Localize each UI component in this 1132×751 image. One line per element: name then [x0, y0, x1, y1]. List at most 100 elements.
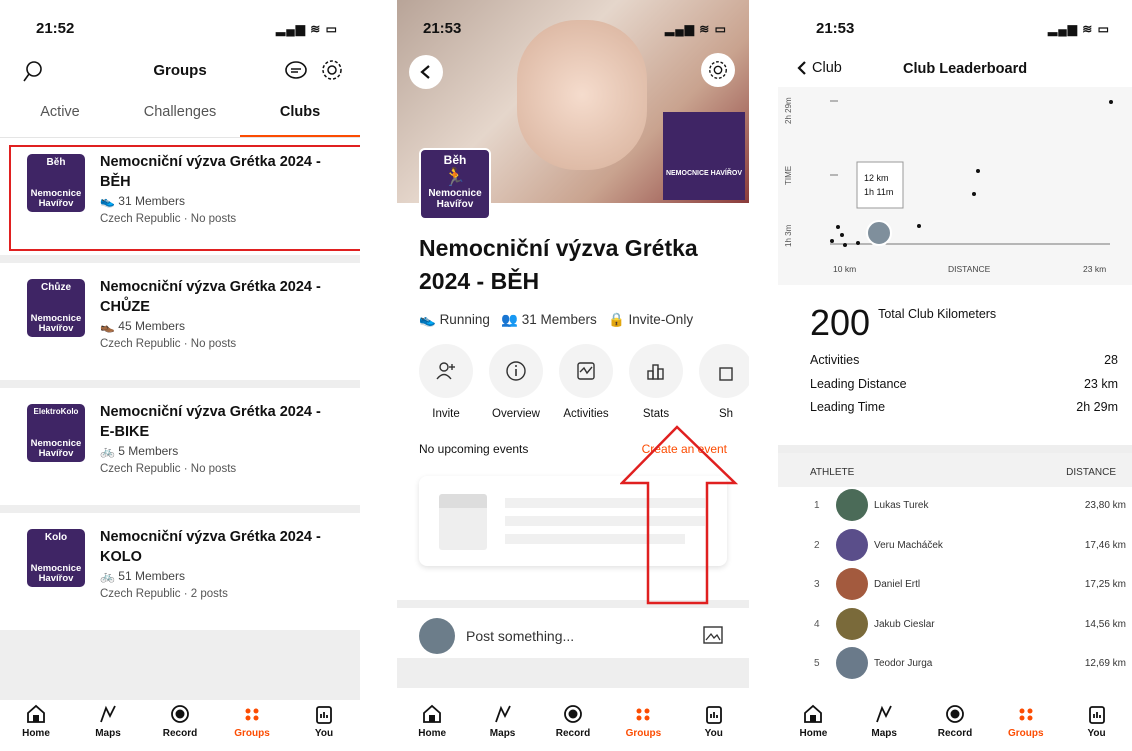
total-kilometers: 200 Total Club Kilometers	[810, 302, 996, 344]
image-icon[interactable]	[703, 626, 723, 644]
status-icons: ▂▄▆ ≋ ▭	[664, 22, 727, 36]
selected-athlete-avatar[interactable]	[866, 220, 892, 246]
athlete-name: Daniel Ertl	[874, 579, 921, 590]
leaderboard-header-row: ATHLETE DISTANCE	[778, 445, 1132, 487]
leaderboard-list: 1 Lukas Turek 23,80 km 2 Veru Macháček 17,46…	[778, 487, 1132, 685]
back-button[interactable]	[409, 55, 443, 89]
nav-record[interactable]: Record	[543, 704, 603, 739]
page-title: Club Leaderboard	[903, 61, 1028, 77]
athlete-distance: 17,25 km	[1084, 579, 1126, 590]
shoe-icon: 👞	[100, 319, 119, 333]
club-item-beh[interactable]: Běh Nemocnice Havířov Nemocniční výzva Gr…	[0, 138, 360, 255]
nav-groups[interactable]: Groups	[613, 704, 673, 739]
club-members[interactable]: 31 Members	[522, 312, 597, 327]
nav-record[interactable]: Record	[150, 704, 210, 739]
stat-label: Activities	[810, 353, 860, 367]
groups-screen: 21:52 ▂▄▆ ≋ ▭ Groups Active Challenges C…	[0, 0, 360, 751]
nav-maps[interactable]: Maps	[473, 704, 533, 739]
club-members: 👟 31 Members	[100, 194, 350, 208]
nav-you[interactable]: You	[1067, 704, 1127, 739]
list-footer	[0, 630, 360, 700]
back-button[interactable]: Club	[796, 60, 842, 76]
x-max-label: 23 km	[1083, 264, 1106, 274]
club-item-ebike[interactable]: ElektroKolo Nemocnice Havířov Nemocniční …	[0, 388, 360, 505]
nav-maps[interactable]: Maps	[78, 704, 138, 739]
club-logo: Kolo Nemocnice Havířov	[27, 529, 85, 587]
nav-label: You	[704, 728, 723, 739]
divider	[0, 505, 360, 513]
table-row[interactable]: 4 Jakub Cieslar 14,56 km	[778, 606, 1132, 646]
add-person-icon	[436, 362, 455, 380]
status-time: 21:52	[36, 20, 75, 37]
stats-button[interactable]: Stats	[629, 344, 683, 420]
club-name: Nemocniční výzva Grétka 2024 - KOLO	[100, 529, 321, 565]
status-bar: 21:53 ▂▄▆ ≋ ▭	[397, 0, 749, 58]
divider	[0, 255, 360, 263]
activity-icon	[577, 362, 595, 380]
table-row[interactable]: 2 Veru Macháček 17,46 km	[778, 527, 1132, 567]
post-input[interactable]: Post something...	[466, 628, 574, 644]
bottom-nav: Home Maps Record Groups You	[397, 693, 749, 739]
table-row[interactable]: 5 Teodor Jurga 12,69 km	[778, 645, 1132, 685]
share-button[interactable]: Sh	[699, 344, 749, 420]
nav-home[interactable]: Home	[6, 704, 66, 739]
nav-groups[interactable]: Groups	[222, 704, 282, 739]
status-bar: 21:53 ▂▄▆ ≋ ▭	[778, 0, 1132, 58]
info-icon	[506, 361, 526, 381]
nav-label: Record	[937, 728, 973, 739]
tab-clubs[interactable]: Clubs	[240, 96, 360, 137]
table-row[interactable]: 3 Daniel Ertl 17,25 km	[778, 566, 1132, 606]
stat-value: 28	[1104, 353, 1118, 367]
map-icon	[100, 705, 116, 723]
activities-button[interactable]: Activities	[559, 344, 613, 420]
club-members-label: 31 Members	[118, 194, 185, 208]
tab-active[interactable]: Active	[0, 96, 120, 137]
club-logo-org: Nemocnice Havířov	[30, 563, 82, 584]
status-time: 21:53	[816, 20, 855, 37]
invite-button[interactable]: Invite	[419, 344, 473, 420]
club-members: 👞 45 Members	[100, 319, 350, 333]
table-row[interactable]: 1 Lukas Turek 23,80 km	[778, 487, 1132, 527]
club-item-kolo[interactable]: Kolo Nemocnice Havířov Nemocniční výzva G…	[0, 513, 360, 630]
club-detail-screen: NEMOCNICE HAVÍŘOV 21:53 ▂▄▆ ≋ ▭ Běh 🏃 Nemo…	[397, 0, 749, 751]
running-icon: 👟	[100, 194, 119, 208]
events-section: No upcoming events Create an event	[419, 442, 727, 456]
nav-maps[interactable]: Maps	[854, 704, 914, 739]
nav-label: Maps	[95, 728, 121, 739]
settings-button[interactable]	[701, 53, 735, 87]
avatar	[836, 489, 868, 521]
nav-label: Groups	[625, 728, 662, 739]
home-icon	[27, 704, 45, 723]
create-event-link[interactable]: Create an event	[642, 442, 727, 456]
nav-label: Maps	[489, 728, 516, 739]
stat-row: Leading Distance 23 km	[810, 377, 1118, 401]
share-icon	[719, 367, 733, 381]
athlete-distance: 12,69 km	[1084, 658, 1126, 669]
post-composer[interactable]: Post something...	[397, 600, 749, 656]
nav-you[interactable]: You	[294, 704, 354, 739]
overview-button[interactable]: Overview	[489, 344, 543, 420]
nav-groups[interactable]: Groups	[996, 704, 1056, 739]
gear-icon[interactable]	[320, 58, 344, 82]
groups-icon	[636, 708, 650, 721]
nav-record[interactable]: Record	[925, 704, 985, 739]
club-name: Nemocniční výzva Grétka 2024 - E-BIKE	[100, 404, 321, 440]
placeholder-line	[505, 498, 705, 508]
tab-challenges[interactable]: Challenges	[120, 96, 240, 137]
nav-home[interactable]: Home	[783, 704, 843, 739]
nav-you[interactable]: You	[684, 704, 744, 739]
column-distance[interactable]: DISTANCE	[1066, 467, 1116, 487]
nav-label: You	[314, 728, 334, 739]
stat-label: Leading Time	[810, 400, 886, 414]
chevron-left-icon	[797, 61, 806, 75]
data-point	[1109, 100, 1113, 104]
groups-header: Groups	[0, 54, 360, 94]
nav-label: You	[1087, 728, 1106, 739]
chat-icon[interactable]	[284, 60, 308, 82]
x-axis-title: DISTANCE	[948, 264, 991, 274]
nav-home[interactable]: Home	[402, 704, 462, 739]
club-item-chuze[interactable]: Chůze Nemocnice Havířov Nemocniční výzva …	[0, 263, 360, 380]
group-tabs: Active Challenges Clubs	[0, 96, 360, 138]
y-max-label: 2h 29m	[784, 97, 793, 124]
nav-label: Home	[418, 728, 447, 739]
